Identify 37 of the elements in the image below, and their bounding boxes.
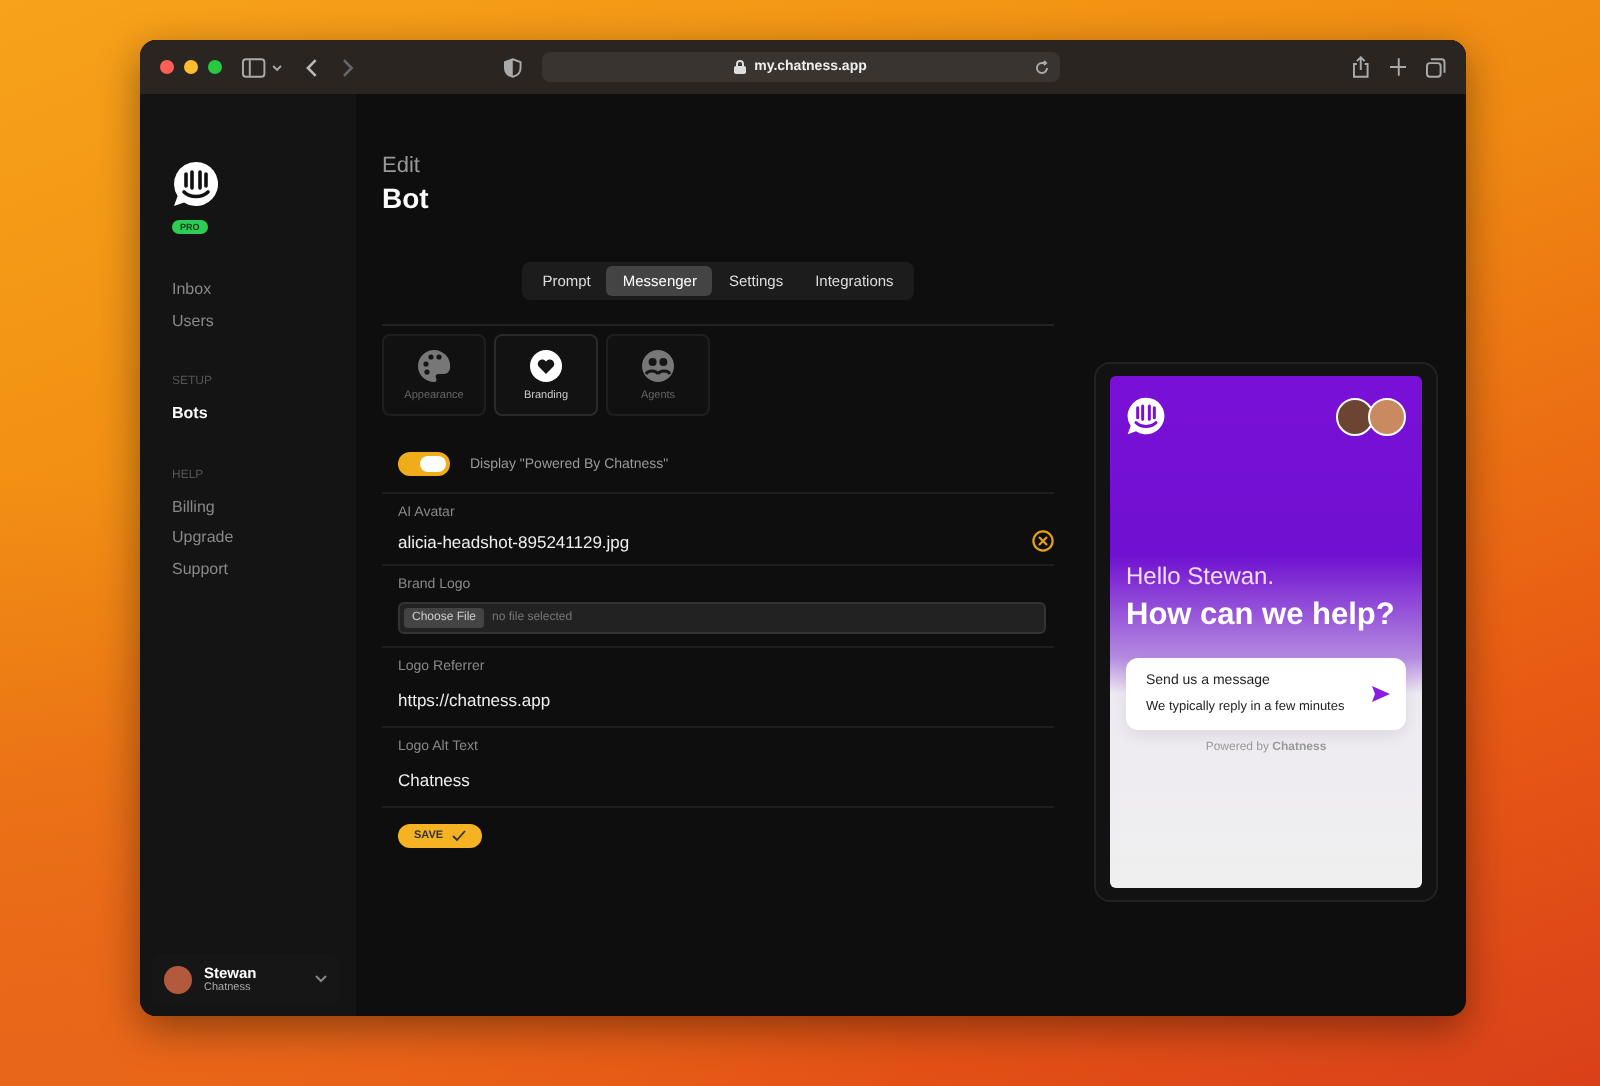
chat-logo-icon: [1126, 396, 1166, 436]
input-field[interactable]: https://chatness.app: [398, 684, 1038, 714]
zoom-window-icon[interactable]: [208, 60, 222, 74]
people-icon: [640, 348, 676, 384]
sidebar-item[interactable]: Support: [172, 553, 229, 584]
close-window-icon[interactable]: [160, 60, 174, 74]
sidebar-item[interactable]: Billing: [172, 491, 215, 522]
chat-logo-icon: [172, 160, 220, 208]
shield-icon[interactable]: [503, 57, 522, 77]
tabs-overview-icon[interactable]: [1426, 57, 1446, 77]
chevron-down-icon: [314, 974, 328, 984]
minimize-window-icon[interactable]: [184, 60, 198, 74]
headline-text: How can we help?: [1126, 598, 1397, 634]
forward-icon[interactable]: [340, 57, 356, 77]
sidebar-item[interactable]: Inbox: [172, 274, 212, 305]
greeting-text: Hello Stewan.: [1126, 562, 1277, 590]
share-icon[interactable]: [1351, 56, 1369, 78]
page-title: Bot: [382, 182, 431, 214]
clear-icon[interactable]: [1032, 530, 1054, 552]
palette-icon: [416, 348, 452, 384]
input-field[interactable]: Chatness: [398, 764, 1038, 794]
avatar: [1368, 397, 1406, 435]
sidebar-item[interactable]: Users: [172, 305, 214, 336]
input-field[interactable]: alicia-headshot-895241129.jpg: [398, 531, 630, 551]
avatar: [164, 965, 192, 993]
lock-icon: [734, 60, 747, 74]
sidebar-toggle-icon[interactable]: [242, 57, 285, 77]
toggle-switch[interactable]: [398, 452, 450, 476]
avatar: [1336, 397, 1374, 435]
check-icon: [451, 830, 466, 842]
plus-icon[interactable]: [1389, 58, 1407, 76]
reload-icon[interactable]: [1033, 59, 1050, 75]
back-icon[interactable]: [304, 57, 321, 77]
sidebar-item[interactable]: Upgrade: [172, 522, 234, 553]
sidebar-item[interactable]: Bots: [172, 398, 208, 429]
page-eyebrow: Edit: [382, 154, 422, 178]
send-icon: [1372, 686, 1390, 702]
